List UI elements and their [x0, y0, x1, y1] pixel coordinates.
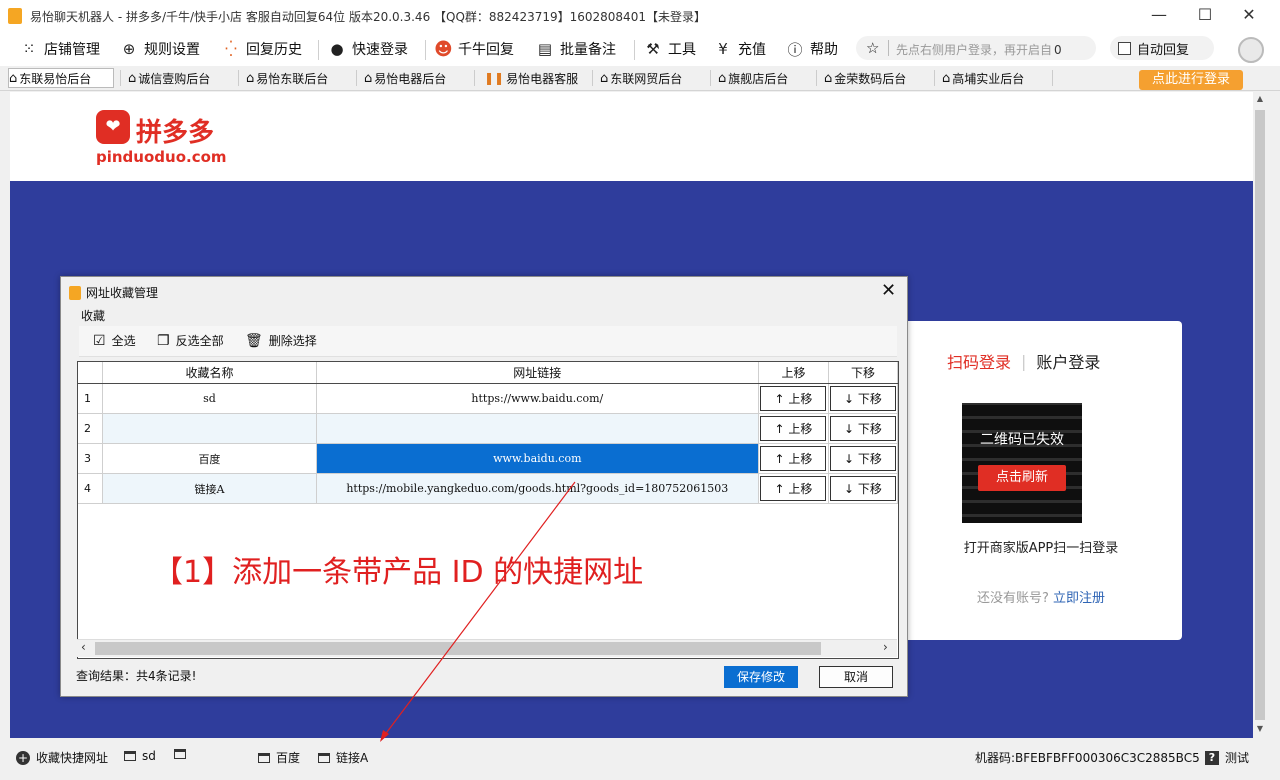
- annotation-arrow: [380, 481, 576, 742]
- annotation-arrow-line: [383, 481, 576, 737]
